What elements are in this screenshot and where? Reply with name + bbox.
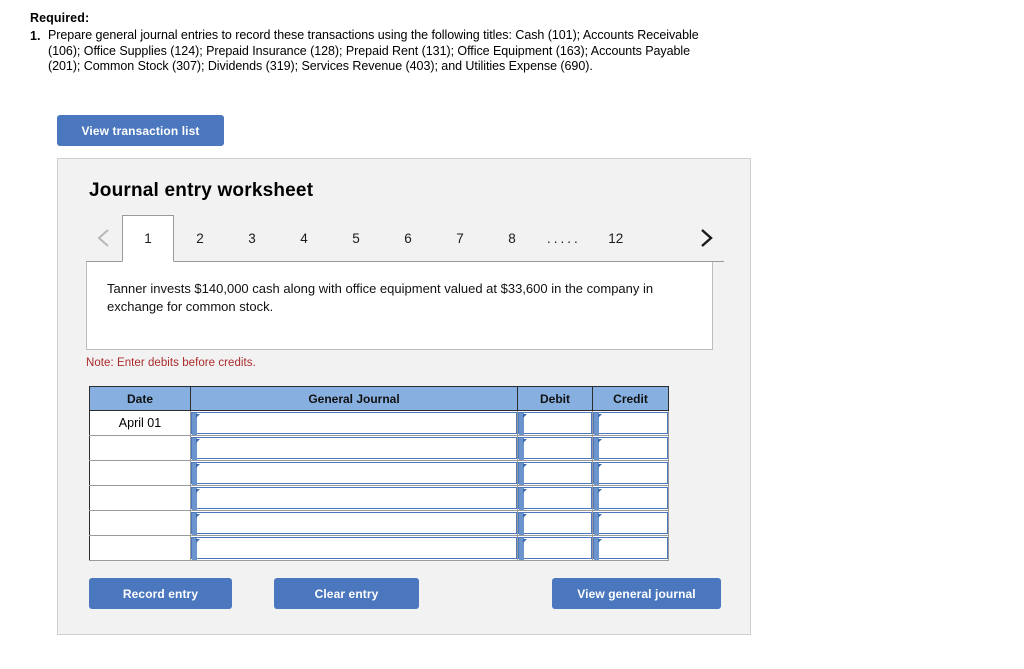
account-select-input[interactable] [191,412,517,435]
credit-input[interactable] [593,462,668,485]
tab-label: 12 [608,231,624,246]
tab-label: 1 [144,231,152,246]
required-item-text: Prepare general journal entries to recor… [48,28,699,74]
tab-6[interactable]: 6 [382,215,434,261]
cell-credit[interactable] [592,435,669,461]
tab-label: 3 [248,231,256,246]
required-section: Required: 1. Prepare general journal ent… [30,10,710,75]
required-item-number: 1. [30,29,41,43]
account-select-input[interactable] [191,537,517,560]
table-row [89,535,669,561]
table-row [89,510,669,536]
table-row [89,485,669,511]
debit-input[interactable] [518,437,592,460]
tab-ellipsis: ..... [538,215,590,261]
account-select-input[interactable] [191,437,517,460]
cell-general-journal[interactable] [190,535,518,561]
cell-debit[interactable] [517,485,593,511]
column-header-date: Date [89,386,191,411]
credit-input[interactable] [593,512,668,535]
cell-date[interactable] [89,510,191,536]
cell-credit[interactable] [592,460,669,486]
transaction-description-box: Tanner invests $140,000 cash along with … [86,262,713,350]
tab-label: 7 [456,231,464,246]
cell-debit[interactable] [517,410,593,436]
tab-4[interactable]: 4 [278,215,330,261]
tab-1[interactable]: 1 [122,215,174,262]
record-entry-button[interactable]: Record entry [89,578,232,609]
tab-8[interactable]: 8 [486,215,538,261]
cell-credit[interactable] [592,485,669,511]
chevron-right-icon[interactable] [688,215,724,261]
cell-date[interactable] [89,435,191,461]
table-header-row: Date General Journal Debit Credit [89,386,669,411]
chevron-left-icon[interactable] [86,215,122,261]
cell-general-journal[interactable] [190,510,518,536]
journal-entry-table: Date General Journal Debit Credit April … [89,386,669,561]
tab-5[interactable]: 5 [330,215,382,261]
cell-debit[interactable] [517,510,593,536]
debit-input[interactable] [518,512,592,535]
clear-entry-button[interactable]: Clear entry [274,578,419,609]
journal-entry-worksheet-panel: Journal entry worksheet 1 2 3 4 5 6 7 8 … [57,158,751,635]
tab-label: 8 [508,231,516,246]
debit-input[interactable] [518,537,592,560]
tab-2[interactable]: 2 [174,215,226,261]
required-heading: Required: [30,11,90,25]
cell-date[interactable]: April 01 [89,410,191,436]
cell-date[interactable] [89,535,191,561]
column-header-general-journal: General Journal [190,386,518,411]
tab-label: 6 [404,231,412,246]
table-row [89,460,669,486]
tab-label: 2 [196,231,204,246]
column-header-credit: Credit [592,386,669,411]
tabstrip-spacer [642,215,688,261]
credit-input[interactable] [593,437,668,460]
cell-general-journal[interactable] [190,435,518,461]
table-row [89,435,669,461]
view-transaction-list-button[interactable]: View transaction list [57,115,224,146]
tab-label: 4 [300,231,308,246]
cell-credit[interactable] [592,410,669,436]
tab-3[interactable]: 3 [226,215,278,261]
cell-debit[interactable] [517,535,593,561]
cell-date[interactable] [89,460,191,486]
tab-label: 5 [352,231,360,246]
cell-debit[interactable] [517,460,593,486]
cell-debit[interactable] [517,435,593,461]
account-select-input[interactable] [191,487,517,510]
cell-general-journal[interactable] [190,485,518,511]
tab-label: ..... [547,231,581,246]
transaction-description-text: Tanner invests $140,000 cash along with … [107,281,654,314]
required-item: 1. Prepare general journal entries to re… [30,28,710,75]
cell-credit[interactable] [592,535,669,561]
cell-date[interactable] [89,485,191,511]
credit-input[interactable] [593,487,668,510]
account-select-input[interactable] [191,462,517,485]
cell-general-journal[interactable] [190,460,518,486]
cell-general-journal[interactable] [190,410,518,436]
cell-credit[interactable] [592,510,669,536]
debits-before-credits-note: Note: Enter debits before credits. [86,357,256,369]
table-row: April 01 [89,410,669,436]
debit-input[interactable] [518,412,592,435]
tab-7[interactable]: 7 [434,215,486,261]
debit-input[interactable] [518,487,592,510]
tab-12[interactable]: 12 [590,215,642,261]
debit-input[interactable] [518,462,592,485]
panel-title: Journal entry worksheet [89,180,314,201]
credit-input[interactable] [593,537,668,560]
worksheet-tabstrip: 1 2 3 4 5 6 7 8 ..... 12 [86,215,724,262]
account-select-input[interactable] [191,512,517,535]
column-header-debit: Debit [517,386,593,411]
credit-input[interactable] [593,412,668,435]
tabstrip-underline [86,261,724,262]
view-general-journal-button[interactable]: View general journal [552,578,721,609]
